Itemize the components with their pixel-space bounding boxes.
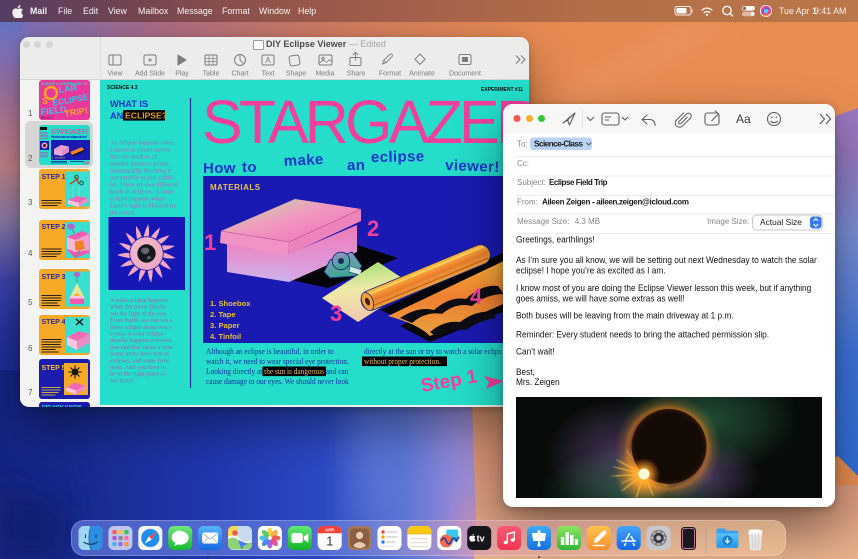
svg-text:eclipse happens when: eclipse happens when bbox=[110, 196, 166, 203]
svg-text:3: 3 bbox=[330, 301, 342, 326]
svg-text:cause damage to our eyes. We s: cause damage to our eyes. We should neve… bbox=[206, 377, 349, 386]
svg-text:Share: Share bbox=[347, 71, 366, 78]
svg-text:Animate: Animate bbox=[409, 71, 435, 78]
svg-text:Shape: Shape bbox=[286, 71, 306, 78]
svg-text:Actual Size: Actual Size bbox=[760, 217, 802, 227]
svg-text:Earth’s light is blocked by: Earth’s light is blocked by bbox=[110, 203, 177, 210]
svg-text:2. Tape: 2. Tape bbox=[210, 310, 236, 319]
svg-text:Play: Play bbox=[175, 71, 189, 78]
svg-text:Eclipse Field Trip: Eclipse Field Trip bbox=[549, 178, 608, 187]
svg-text:the moon.: the moon. bbox=[110, 210, 136, 217]
svg-text:watch it, we need to wear spec: watch it, we need to wear special eye pr… bbox=[206, 357, 349, 366]
svg-text:eclipse: eclipse bbox=[371, 148, 425, 166]
svg-text:3. Paper: 3. Paper bbox=[210, 321, 240, 330]
svg-text:STEP 2:: STEP 2: bbox=[42, 224, 68, 231]
svg-text:directly at the sun or try to: directly at the sun or try to watch a so… bbox=[364, 347, 502, 356]
svg-text:ECLIPSE?: ECLIPSE? bbox=[125, 111, 167, 121]
svg-text:Document: Document bbox=[449, 71, 481, 78]
svg-text:Wed 1 p.m.: Wed 1 p.m. bbox=[41, 117, 54, 120]
svg-text:WHAT IS: WHAT IS bbox=[110, 99, 148, 109]
svg-text:Both buses will be leaving fro: Both buses will be leaving from the main… bbox=[516, 310, 734, 321]
svg-text:STEP 5:: STEP 5: bbox=[42, 365, 68, 372]
svg-text:STARGAZER: STARGAZER bbox=[202, 88, 529, 156]
svg-text:Mrs. Zeigen: Mrs. Zeigen bbox=[516, 377, 560, 388]
svg-text:2: 2 bbox=[367, 216, 379, 241]
svg-text:To:: To: bbox=[517, 140, 528, 149]
svg-text:Image Size:: Image Size: bbox=[707, 217, 749, 226]
svg-text:Text: Text bbox=[262, 71, 275, 78]
svg-text:bit. There are two different: bit. There are two different bbox=[110, 182, 178, 189]
svg-text:Add Slide: Add Slide bbox=[135, 71, 165, 78]
svg-text:Although an eclipse is beautif: Although an eclipse is beautiful, in ord… bbox=[206, 347, 334, 356]
svg-text:momentarily blocking it: momentarily blocking it bbox=[110, 168, 171, 175]
svg-text:without proper protection.: without proper protection. bbox=[364, 357, 441, 366]
svg-text:see them!: see them! bbox=[110, 377, 134, 384]
svg-text:An eclipse happens when: An eclipse happens when bbox=[110, 140, 175, 147]
svg-text:MATERIALS: MATERIALS bbox=[210, 183, 261, 192]
svg-text:S: S bbox=[42, 96, 48, 106]
svg-text:Chart: Chart bbox=[231, 71, 248, 78]
svg-text:into the shadow of: into the shadow of bbox=[110, 154, 158, 161]
svg-text:eclipse! I hope you’re as exci: eclipse! I hope you’re as excited as I a… bbox=[516, 265, 666, 276]
svg-text:4. Tinfoil: 4. Tinfoil bbox=[210, 332, 241, 341]
svg-text:Aa: Aa bbox=[736, 112, 751, 126]
svg-text:an: an bbox=[347, 157, 365, 174]
svg-text:goes amiss, we will have some: goes amiss, we will have some extras as … bbox=[516, 293, 684, 304]
svg-text:View: View bbox=[107, 71, 123, 78]
svg-text:tv: tv bbox=[477, 534, 485, 544]
svg-text:From:: From: bbox=[517, 198, 538, 207]
svg-text:Step 1: Step 1 bbox=[83, 160, 90, 165]
svg-text:STEP 3:: STEP 3: bbox=[42, 274, 68, 281]
svg-text:Aileen Zeigen - aileen.zeigen@: Aileen Zeigen - aileen.zeigen@icloud.com bbox=[542, 198, 689, 207]
svg-text:STEP 1:: STEP 1: bbox=[42, 174, 68, 181]
svg-text:out entirely or just a little: out entirely or just a little bbox=[110, 175, 174, 182]
svg-text:SCIENCE 4.3: SCIENCE 4.3 bbox=[107, 85, 138, 91]
svg-text:DID YOU KNOW: DID YOU KNOW bbox=[42, 405, 81, 407]
svg-text:a moon or planet moves: a moon or planet moves bbox=[110, 147, 171, 154]
svg-text:Can’t wait!: Can’t wait! bbox=[516, 346, 555, 357]
svg-text:1. Shoebox: 1. Shoebox bbox=[210, 299, 251, 308]
svg-text:I know most of you are doing t: I know most of you are doing the Eclipse… bbox=[516, 283, 811, 294]
svg-text:4: 4 bbox=[470, 284, 483, 309]
svg-text:1. Shoebox: 1. Shoebox bbox=[52, 156, 66, 160]
svg-text:How: How bbox=[203, 160, 236, 177]
svg-text:A: A bbox=[265, 56, 271, 65]
svg-text:Reminder: Every student needs: Reminder: Every student needs to bring t… bbox=[516, 329, 769, 340]
svg-text:1: 1 bbox=[326, 534, 333, 549]
svg-text:Best,: Best, bbox=[516, 367, 535, 378]
svg-text:Greetings, earthlings!: Greetings, earthlings! bbox=[516, 234, 595, 245]
svg-text:viewer!: viewer! bbox=[445, 157, 500, 176]
svg-text:Step 1: Step 1 bbox=[419, 366, 479, 397]
svg-text:Table: Table bbox=[203, 71, 220, 78]
svg-text:1: 1 bbox=[204, 230, 216, 255]
svg-text:to: to bbox=[242, 159, 257, 176]
svg-text:APR: APR bbox=[325, 528, 335, 533]
svg-text:another moon or planet,: another moon or planet, bbox=[110, 161, 171, 168]
svg-text:How to make an eclipse viewer!: How to make an eclipse viewer! bbox=[51, 135, 87, 139]
svg-text:Looking directly at the sun is: Looking directly at the sun is dangerous… bbox=[206, 367, 349, 376]
svg-text:Science-Class: Science-Class bbox=[534, 139, 583, 149]
svg-text:make: make bbox=[283, 151, 324, 170]
svg-text:As I’m sure you all know, we w: As I’m sure you all know, we will be set… bbox=[516, 255, 817, 266]
svg-text:Media: Media bbox=[315, 71, 334, 78]
svg-text:Format: Format bbox=[379, 71, 401, 78]
svg-text:AN: AN bbox=[110, 111, 124, 121]
svg-text:STEP 4:: STEP 4: bbox=[42, 319, 68, 326]
svg-text:kinds of eclipses. A lunar: kinds of eclipses. A lunar bbox=[110, 189, 174, 196]
svg-text:Cc:: Cc: bbox=[517, 159, 529, 168]
svg-text:Subject:: Subject: bbox=[517, 178, 546, 187]
svg-text:Message Size: 4.3 MB: Message Size: 4.3 MB bbox=[517, 217, 600, 226]
